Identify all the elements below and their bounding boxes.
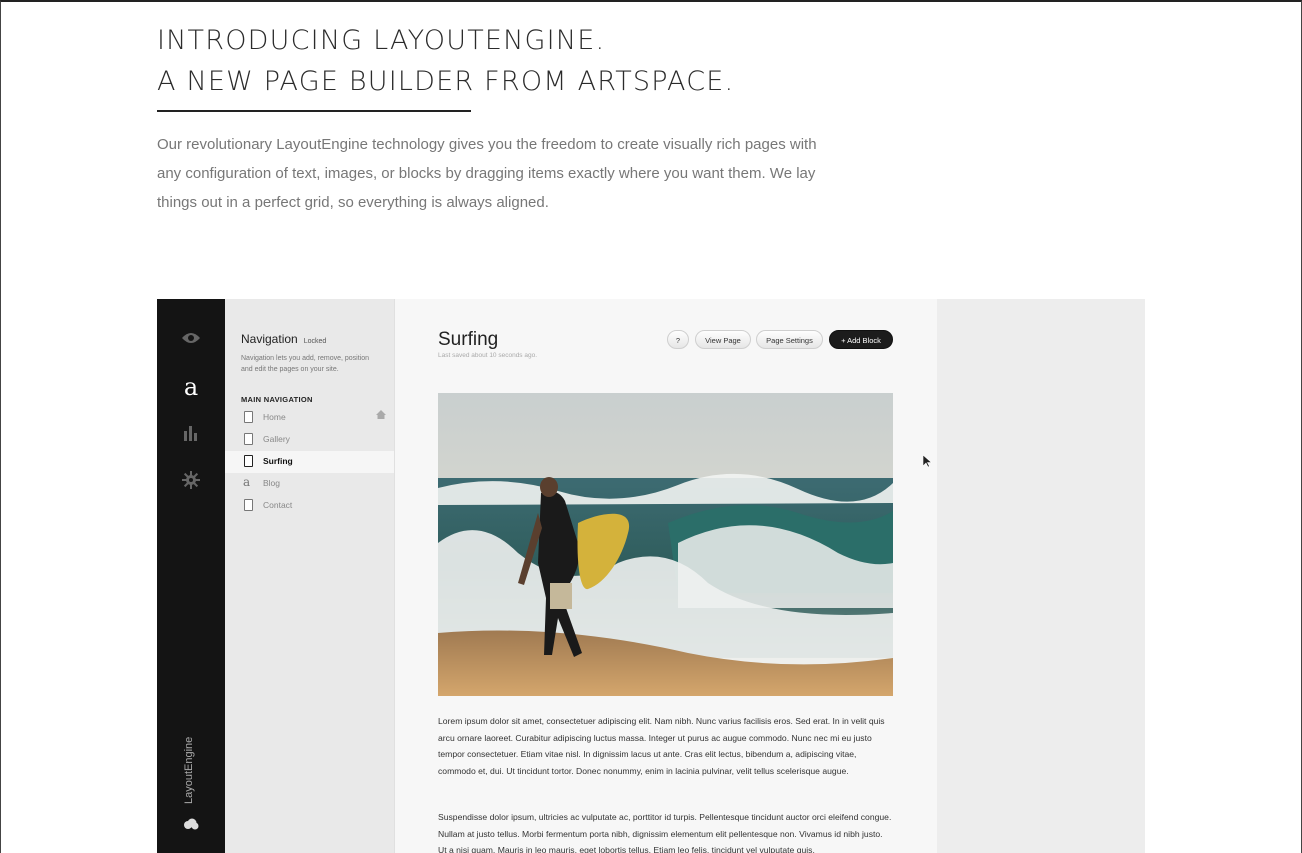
gear-icon[interactable] — [157, 471, 225, 494]
locked-label: Locked — [303, 338, 327, 345]
saved-status: Last saved about 10 seconds ago. — [438, 352, 538, 359]
cloud-icon[interactable] — [157, 817, 225, 833]
blog-icon: a — [243, 475, 251, 489]
page-icon — [244, 499, 253, 511]
navigation-title: Navigation Locked — [241, 332, 326, 346]
hero-title: INTRODUCING LAYOUTENGINE. A NEW PAGE BUI… — [157, 20, 857, 102]
app-sidebar-rail: a LayoutEngine — [157, 299, 225, 853]
page-icon — [244, 455, 253, 467]
bar-chart-icon[interactable] — [157, 425, 225, 446]
nav-item-label: Gallery — [263, 434, 290, 444]
body-paragraph-1: Lorem ipsum dolor sit amet, consectetuer… — [438, 716, 885, 776]
body-paragraph-2: Suspendisse dolor ipsum, ultricies ac vu… — [438, 812, 892, 853]
nav-item-contact[interactable]: Contact — [225, 495, 394, 517]
brand-label: LayoutEngine — [183, 736, 195, 804]
mouse-cursor-icon — [922, 454, 933, 473]
hero-title-line-2: A NEW PAGE BUILDER FROM ARTSPACE. — [157, 66, 735, 97]
page-icon — [244, 411, 253, 423]
nav-item-blog[interactable]: a Blog — [225, 473, 394, 495]
navigation-description: Navigation lets you add, remove, positio… — [241, 355, 370, 373]
hero-section: INTRODUCING LAYOUTENGINE. A NEW PAGE BUI… — [157, 20, 857, 217]
hero-paragraph: Our revolutionary LayoutEngine technolog… — [157, 136, 817, 211]
page-title: Surfing — [438, 329, 499, 350]
surfing-photo[interactable] — [438, 393, 893, 696]
canvas-margin — [937, 299, 1145, 853]
hero-title-line-1: INTRODUCING LAYOUTENGINE. — [157, 25, 606, 56]
view-page-button[interactable]: View Page — [695, 330, 751, 349]
app-screenshot: a LayoutEngine Navigation Locked Navigati… — [157, 299, 1145, 853]
page-icon — [244, 433, 253, 445]
main-navigation-heading: MAIN NAVIGATION — [241, 395, 313, 404]
add-block-button[interactable]: + Add Block — [829, 330, 893, 349]
surfing-photo-art — [438, 393, 893, 696]
nav-item-label: Contact — [263, 500, 293, 510]
page-settings-button[interactable]: Page Settings — [756, 330, 823, 349]
nav-item-label: Home — [263, 412, 286, 422]
nav-item-label: Blog — [263, 478, 281, 488]
page-editor: Surfing Last saved about 10 seconds ago.… — [395, 299, 937, 853]
eye-icon[interactable] — [157, 329, 225, 350]
nav-item-gallery[interactable]: Gallery — [225, 429, 394, 451]
title-underline — [157, 110, 471, 112]
navigation-title-text: Navigation — [241, 332, 298, 346]
navigation-panel: Navigation Locked Navigation lets you add… — [225, 299, 395, 853]
nav-item-surfing[interactable]: Surfing — [225, 451, 394, 473]
nav-item-label: Surfing — [263, 456, 293, 466]
nav-item-home[interactable]: Home — [225, 407, 394, 429]
home-icon — [376, 410, 386, 422]
artspace-logo-icon[interactable]: a — [157, 373, 225, 401]
help-button[interactable]: ? — [667, 330, 689, 349]
